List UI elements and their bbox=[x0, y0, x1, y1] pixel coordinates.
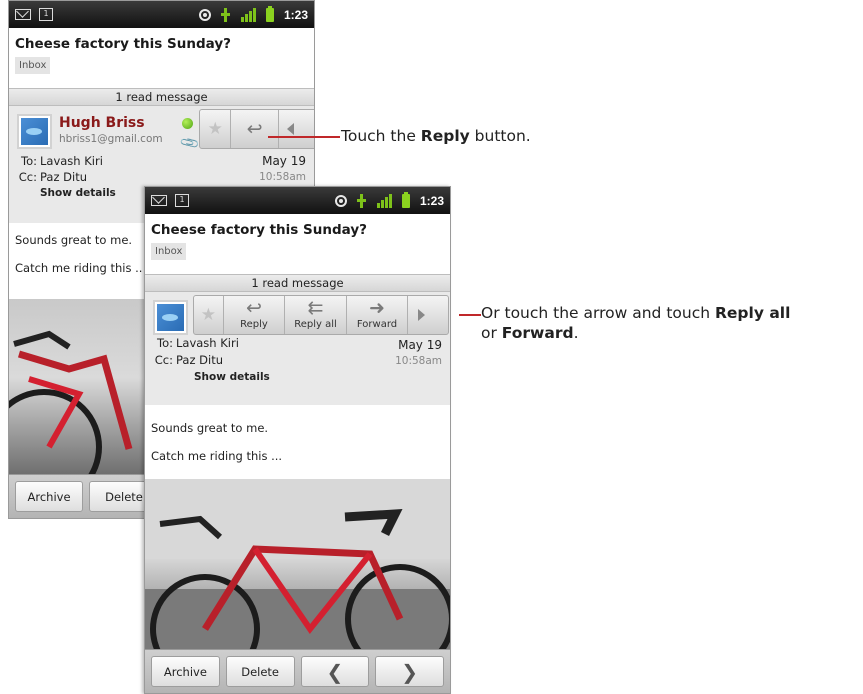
sender-email: hbriss1@gmail.com bbox=[59, 133, 163, 145]
message-header: ★ ↩ Reply ⇇ Reply all ➜ Forward To: Lavas… bbox=[145, 292, 450, 405]
signal-icon bbox=[376, 193, 392, 208]
cc-line: Cc: Paz Ditu bbox=[15, 170, 87, 184]
chevron-right-icon: ❯ bbox=[401, 659, 418, 684]
read-messages-bar[interactable]: 1 read message bbox=[9, 88, 314, 106]
data-3g-icon bbox=[356, 193, 367, 208]
more-actions-button[interactable] bbox=[279, 110, 314, 148]
body-line-1: Sounds great to me. bbox=[151, 421, 269, 435]
clock: 1:23 bbox=[283, 7, 308, 22]
avatar[interactable] bbox=[153, 300, 188, 335]
mail-notification-icon bbox=[151, 195, 167, 206]
more-callout-prefix: Or touch the arrow and touch bbox=[481, 304, 715, 322]
message-date: May 19 bbox=[398, 338, 442, 352]
message-action-buttons: ★ ↩ Reply ⇇ Reply all ➜ Forward bbox=[193, 295, 449, 335]
email-subject: Cheese factory this Sunday? bbox=[151, 222, 367, 238]
reply-callout-suffix: button. bbox=[469, 127, 531, 145]
more-callout-suffix: . bbox=[573, 324, 579, 342]
bicycle-photo bbox=[145, 479, 450, 684]
calendar-notification-icon: 1 bbox=[175, 194, 189, 207]
cc-label: Cc: bbox=[18, 170, 37, 184]
reply-arrow-icon: ↩ bbox=[246, 117, 263, 140]
more-callout-text: Or touch the arrow and touch Reply all o… bbox=[481, 303, 863, 343]
status-bar: 1 1:23 bbox=[145, 187, 450, 214]
to-line: To: Lavash Kiri bbox=[151, 336, 239, 350]
archive-button[interactable]: Archive bbox=[15, 481, 83, 512]
label-chip[interactable]: Inbox bbox=[151, 243, 187, 260]
reply-arrow-icon: ↩ bbox=[246, 297, 262, 319]
forward-arrow-icon: ➜ bbox=[369, 297, 385, 319]
read-messages-bar[interactable]: 1 read message bbox=[145, 274, 450, 292]
message-date: May 19 bbox=[262, 154, 306, 168]
presence-status-icon bbox=[182, 118, 193, 129]
previous-message-button[interactable]: ❮ bbox=[300, 656, 370, 687]
scroll-actions-arrow[interactable] bbox=[408, 296, 448, 334]
cc-value: Paz Ditu bbox=[176, 353, 224, 367]
calendar-notification-icon: 1 bbox=[39, 8, 53, 21]
more-callout-mid: or bbox=[481, 324, 502, 342]
sender-name: Hugh Briss bbox=[59, 115, 145, 131]
delete-button[interactable]: Delete bbox=[225, 656, 295, 687]
bottom-action-bar: Archive Delete ❮ ❯ bbox=[145, 649, 450, 693]
battery-icon bbox=[401, 191, 410, 208]
body-line-2: Catch me riding this ... bbox=[151, 449, 283, 463]
reply-all-button[interactable]: ⇇ Reply all bbox=[285, 296, 347, 334]
reply-button[interactable]: ↩ Reply bbox=[224, 296, 286, 334]
reply-callout-prefix: Touch the bbox=[341, 127, 421, 145]
email-subject: Cheese factory this Sunday? bbox=[15, 36, 231, 52]
reply-label: Reply bbox=[240, 319, 268, 330]
arrow-left-icon bbox=[286, 123, 294, 135]
archive-button[interactable]: Archive bbox=[151, 656, 220, 687]
cc-label: Cc: bbox=[154, 353, 173, 367]
next-message-button[interactable]: ❯ bbox=[375, 656, 444, 687]
message-action-buttons: ★ ↩ bbox=[199, 109, 314, 149]
to-value: Lavash Kiri bbox=[40, 154, 103, 168]
gps-icon bbox=[198, 8, 211, 21]
message-time: 10:58am bbox=[395, 355, 442, 367]
mail-notification-icon bbox=[15, 9, 31, 20]
forward-button[interactable]: ➜ Forward bbox=[347, 296, 409, 334]
cc-value: Paz Ditu bbox=[40, 170, 88, 184]
signal-icon bbox=[240, 7, 256, 22]
chevron-left-icon: ❮ bbox=[326, 659, 344, 684]
cc-line: Cc: Paz Ditu bbox=[151, 353, 223, 367]
to-value: Lavash Kiri bbox=[176, 336, 239, 350]
more-callout-bold-1: Reply all bbox=[714, 304, 791, 322]
bicycle-image bbox=[145, 479, 450, 684]
reply-callout-bold: Reply bbox=[420, 127, 470, 145]
battery-icon bbox=[265, 5, 274, 22]
star-icon: ★ bbox=[207, 118, 223, 139]
to-label: To: bbox=[21, 154, 37, 168]
show-details-link[interactable]: Show details bbox=[40, 187, 116, 199]
more-callout-line bbox=[459, 314, 481, 316]
label-chip[interactable]: Inbox bbox=[15, 57, 51, 74]
reply-button[interactable]: ↩ bbox=[231, 110, 279, 148]
data-3g-icon bbox=[220, 7, 231, 22]
more-callout-bold-2: Forward bbox=[501, 324, 574, 342]
to-line: To: Lavash Kiri bbox=[15, 154, 103, 168]
avatar[interactable] bbox=[17, 114, 52, 149]
reply-callout-line bbox=[268, 136, 340, 138]
reply-callout-text: Touch the Reply button. bbox=[341, 126, 531, 146]
star-button[interactable]: ★ bbox=[194, 296, 224, 334]
reply-all-label: Reply all bbox=[294, 319, 337, 330]
status-bar: 1 1:23 bbox=[9, 1, 314, 28]
forward-label: Forward bbox=[356, 319, 398, 330]
reply-all-arrow-icon: ⇇ bbox=[307, 297, 324, 319]
clock: 1:23 bbox=[419, 193, 444, 208]
show-details-link[interactable]: Show details bbox=[194, 371, 270, 383]
message-time: 10:58am bbox=[259, 171, 306, 183]
arrow-right-icon bbox=[418, 309, 426, 321]
star-icon: ★ bbox=[200, 304, 216, 325]
star-button[interactable]: ★ bbox=[200, 110, 232, 148]
phone-screen-front: 1 1:23 Cheese factory this Sunday? Inbox… bbox=[144, 186, 451, 694]
attachment-icon: 📎 bbox=[179, 132, 202, 155]
gps-icon bbox=[334, 194, 347, 207]
to-label: To: bbox=[157, 336, 173, 350]
